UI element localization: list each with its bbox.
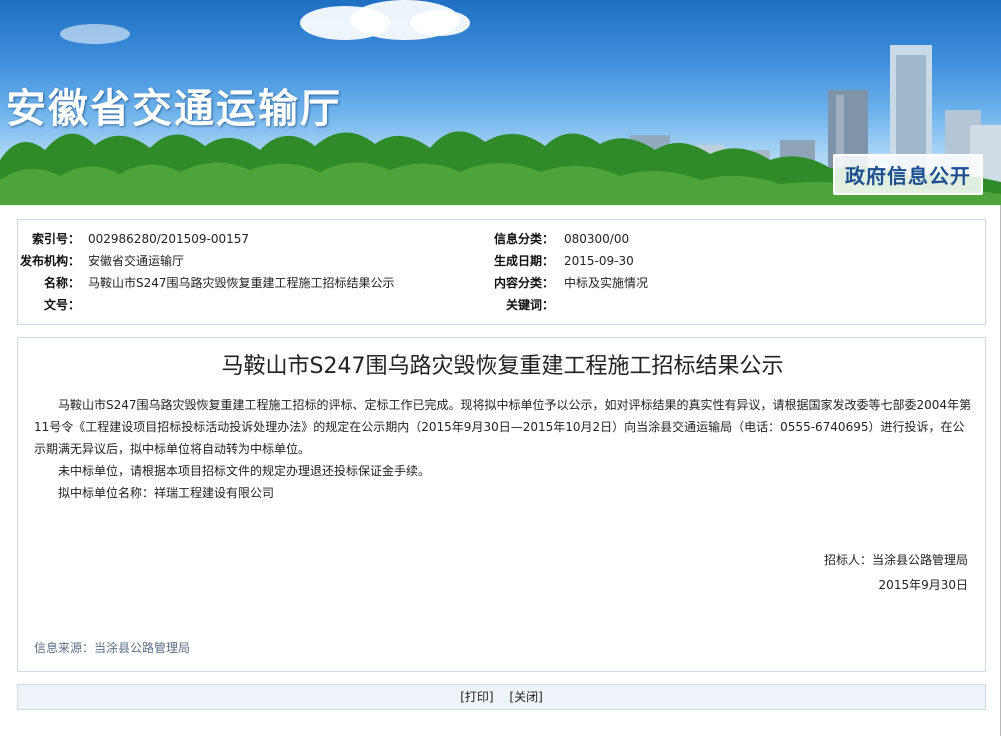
category-label: 信息分类： <box>493 232 554 246</box>
cloud-decoration <box>60 24 130 44</box>
meta-row-docno: 文号： 关键词： <box>18 296 987 314</box>
header-banner: 安徽省交通运输厅 政府信息公开 <box>0 0 1001 205</box>
footer-toolbar: [打印] [关闭] <box>17 684 986 710</box>
name-value: 马鞍山市S247围乌路灾毁恢复重建工程施工招标结果公示 <box>88 276 395 290</box>
info-source: 信息来源：当涂县公路管理局 <box>34 641 191 655</box>
content-category-label: 内容分类： <box>493 276 554 290</box>
article-panel: 马鞍山市S247围乌路灾毁恢复重建工程施工招标结果公示 马鞍山市S247围乌路灾… <box>17 337 986 672</box>
cloud-decoration <box>410 10 470 36</box>
article-paragraph: 马鞍山市S247围乌路灾毁恢复重建工程施工招标的评标、定标工作已完成。现将拟中标… <box>34 398 972 456</box>
meta-row-name: 名称： 马鞍山市S247围乌路灾毁恢复重建工程施工招标结果公示 内容分类： 中标… <box>18 274 987 292</box>
sign-date: 2015年9月30日 <box>878 578 968 592</box>
publisher-value: 安徽省交通运输厅 <box>88 254 185 268</box>
date-label: 生成日期： <box>493 254 554 268</box>
index-value: 002986280/201509-00157 <box>88 232 250 246</box>
category-value: 080300/00 <box>564 232 630 246</box>
print-link[interactable]: [打印] <box>460 690 493 704</box>
gov-info-badge: 政府信息公开 <box>833 154 983 195</box>
document-meta-panel: 索引号： 002986280/201509-00157 信息分类： 080300… <box>17 219 986 325</box>
date-value: 2015-09-30 <box>564 254 634 268</box>
name-label: 名称： <box>43 276 80 290</box>
meta-row-index: 索引号： 002986280/201509-00157 信息分类： 080300… <box>18 230 987 248</box>
article-title: 马鞍山市S247围乌路灾毁恢复重建工程施工招标结果公示 <box>221 354 784 379</box>
keyword-label: 关键词： <box>505 298 554 312</box>
close-link[interactable]: [关闭] <box>509 690 542 704</box>
index-label: 索引号： <box>31 232 80 246</box>
docno-label: 文号： <box>43 298 80 312</box>
site-title: 安徽省交通运输厅 <box>6 86 342 132</box>
publisher-label: 发布机构： <box>19 254 80 268</box>
signer-text: 招标人：当涂县公路管理局 <box>823 553 968 567</box>
article-body: 马鞍山市S247围乌路灾毁恢复重建工程施工招标的评标、定标工作已完成。现将拟中标… <box>34 394 972 504</box>
content-category-value: 中标及实施情况 <box>564 276 649 290</box>
article-paragraph: 未中标单位，请根据本项目招标文件的规定办理退还投标保证金手续。 <box>58 464 431 478</box>
article-paragraph: 拟中标单位名称：祥瑞工程建设有限公司 <box>58 486 275 500</box>
meta-row-publisher: 发布机构： 安徽省交通运输厅 生成日期： 2015-09-30 <box>18 252 987 270</box>
